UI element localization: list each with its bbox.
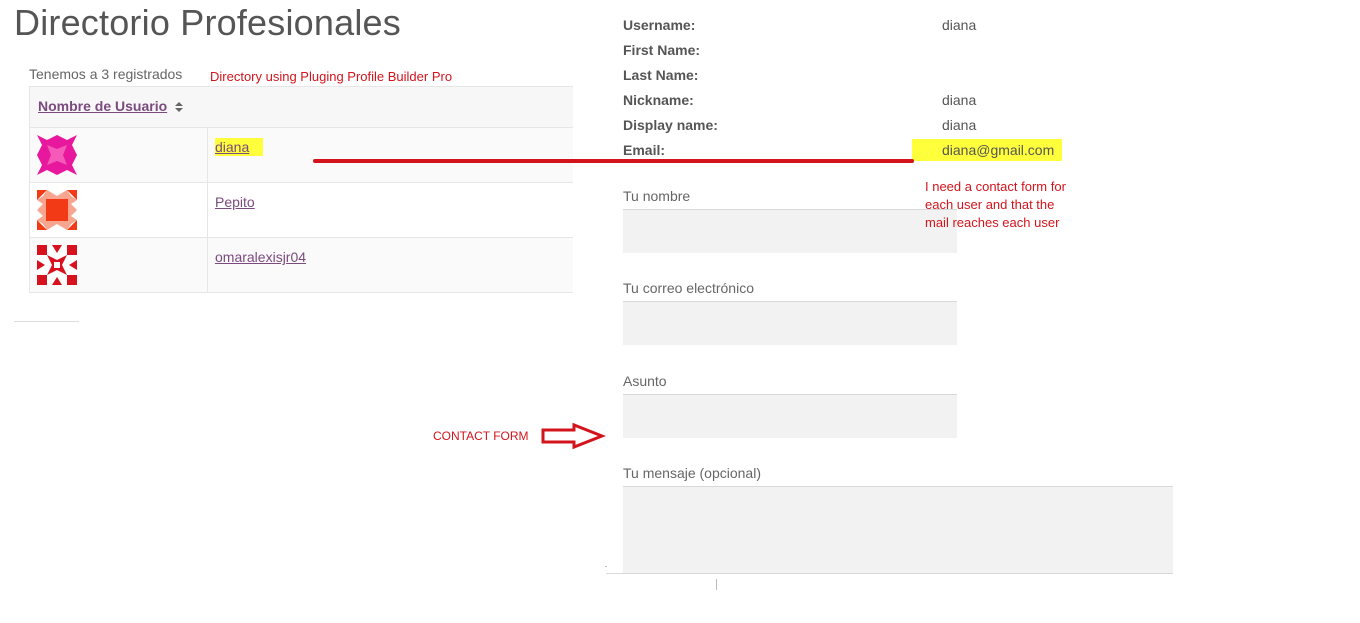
profile-label: Username: bbox=[623, 16, 696, 33]
profile-row-last-name: Last Name: bbox=[623, 62, 1062, 87]
subject-input[interactable] bbox=[623, 394, 957, 438]
profile-label: Nickname: bbox=[623, 91, 694, 108]
profile-row-first-name: First Name: bbox=[623, 37, 1062, 62]
arrow-right-icon bbox=[541, 422, 606, 450]
profile-value bbox=[942, 37, 1062, 62]
profile-label: First Name: bbox=[623, 41, 701, 58]
username-cell: Pepito bbox=[207, 182, 573, 238]
profile-row-display-name: Display name: diana bbox=[623, 112, 1062, 137]
profile-value: diana bbox=[942, 16, 977, 33]
avatar-cell bbox=[29, 237, 208, 293]
profile-details: Username: diana First Name: Last Name: N… bbox=[623, 12, 1063, 162]
subject-label: Asunto bbox=[623, 373, 667, 389]
profile-value: diana bbox=[942, 116, 977, 133]
avatar bbox=[37, 190, 77, 230]
avatar bbox=[37, 135, 77, 175]
table-row: diana bbox=[29, 127, 573, 183]
message-label: Tu mensaje (opcional) bbox=[623, 465, 761, 481]
username-cell: diana bbox=[207, 127, 573, 183]
profile-label: Last Name: bbox=[623, 66, 699, 83]
table-header-row: Nombre de Usuario bbox=[29, 86, 573, 128]
profile-value: diana bbox=[942, 91, 977, 108]
annotation-contact-note: I need a contact form for each user and … bbox=[925, 179, 1066, 230]
annotation-directory: Directory using Pluging Profile Builder … bbox=[210, 69, 453, 84]
registered-count: Tenemos a 3 registrados bbox=[29, 66, 183, 82]
annotation-contact-form: CONTACT FORM bbox=[433, 429, 529, 443]
sort-arrows-icon[interactable] bbox=[174, 101, 183, 112]
username-cell: omaralexisjr04 bbox=[207, 237, 573, 293]
user-link-pepito[interactable]: Pepito bbox=[215, 194, 255, 210]
column-header-username: Nombre de Usuario bbox=[29, 86, 573, 128]
table-row: omaralexisjr04 bbox=[29, 237, 573, 293]
page-title: Directorio Profesionales bbox=[14, 2, 401, 43]
divider bbox=[14, 321, 79, 322]
profile-value: diana@gmail.com bbox=[912, 137, 1063, 162]
form-divider bbox=[606, 573, 1173, 574]
profile-row-nickname: Nickname: diana bbox=[623, 87, 1062, 112]
avatar bbox=[37, 245, 77, 285]
email-highlight: diana@gmail.com bbox=[912, 138, 1063, 161]
divider-stub bbox=[605, 566, 607, 567]
directory-table: Nombre de Usuario diana Pepito omaralexi… bbox=[29, 86, 573, 293]
name-label: Tu nombre bbox=[623, 188, 691, 204]
profile-value bbox=[942, 62, 1062, 87]
table-row: Pepito bbox=[29, 182, 573, 238]
annotation-connector-line bbox=[313, 159, 914, 163]
profile-row-username: Username: diana bbox=[623, 12, 1062, 37]
avatar-cell bbox=[29, 182, 208, 238]
avatar-cell bbox=[29, 127, 208, 183]
email-label: Tu correo electrónico bbox=[623, 280, 754, 296]
user-link-diana[interactable]: diana bbox=[215, 138, 264, 156]
sort-username-link[interactable]: Nombre de Usuario bbox=[38, 98, 167, 114]
user-link-omaralexisjr04[interactable]: omaralexisjr04 bbox=[215, 249, 306, 265]
divider-stub bbox=[716, 579, 717, 590]
name-input[interactable] bbox=[623, 209, 957, 253]
message-textarea[interactable] bbox=[623, 486, 1173, 573]
email-input[interactable] bbox=[623, 301, 957, 345]
profile-label: Display name: bbox=[623, 116, 718, 133]
